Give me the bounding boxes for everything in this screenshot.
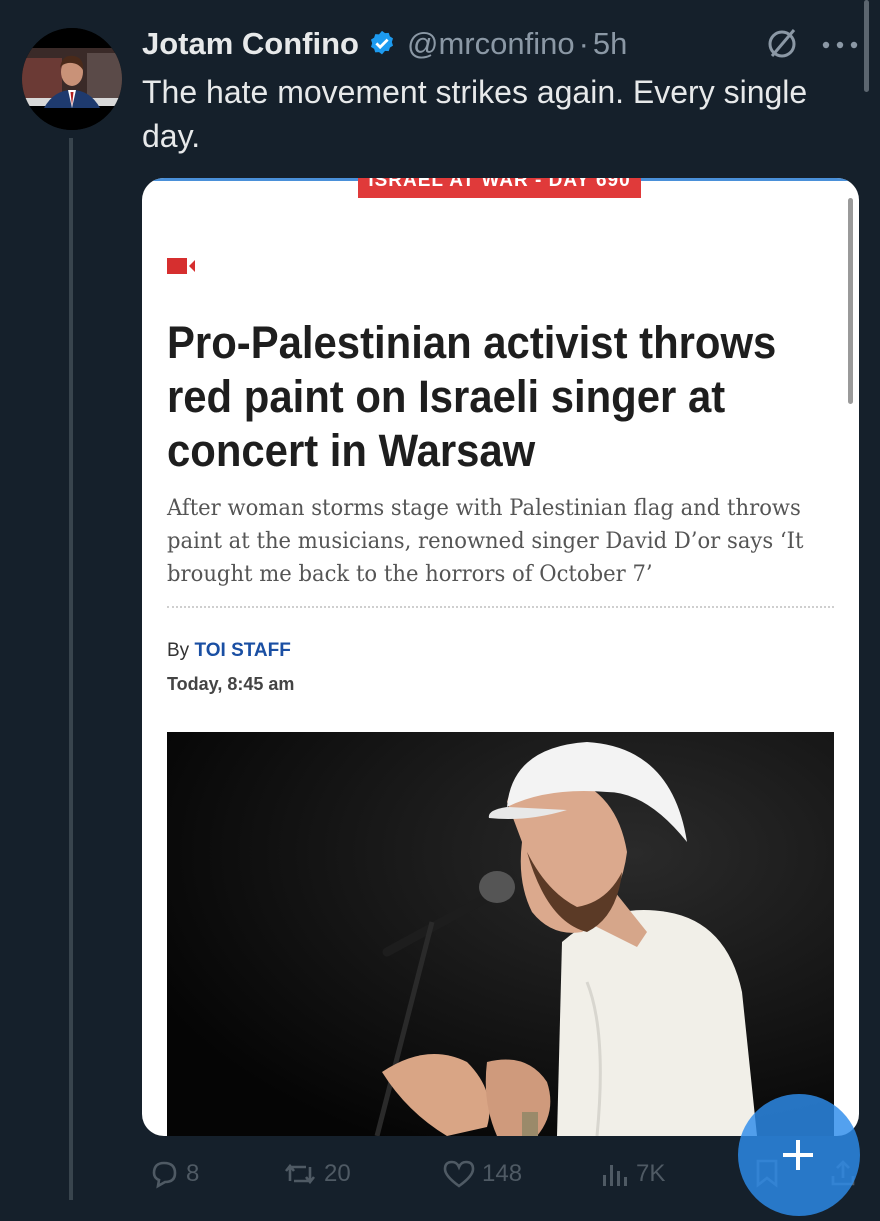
byline-prefix: By — [167, 640, 190, 661]
page-scrollbar[interactable] — [864, 0, 869, 92]
reply-count: 8 — [186, 1160, 200, 1187]
repost-icon — [284, 1163, 316, 1185]
like-button[interactable]: 148 — [442, 1159, 522, 1189]
compose-fab[interactable] — [738, 1094, 860, 1216]
no-sign-icon[interactable] — [764, 26, 800, 62]
section-banner: ISRAEL AT WAR - DAY 690 — [358, 178, 641, 198]
plus-icon — [783, 1140, 813, 1170]
like-icon — [443, 1160, 475, 1188]
article-subhead: After woman storms stage with Palestinia… — [167, 496, 804, 587]
media-card[interactable]: ISRAEL AT WAR - DAY 690 Pro-Palestinian … — [142, 178, 859, 1136]
verified-badge-icon — [371, 30, 393, 55]
views-icon — [603, 1165, 627, 1186]
article-date: Today, 8:45 am — [167, 674, 295, 694]
separator-dot: · — [578, 26, 589, 61]
tweet-header: Jotam Confino @mrconfino · 5h — [142, 22, 627, 66]
card-scrollbar — [848, 198, 853, 404]
avatar[interactable] — [22, 28, 122, 130]
repost-count: 20 — [324, 1160, 351, 1187]
like-count: 148 — [482, 1160, 523, 1187]
display-name[interactable]: Jotam Confino — [142, 26, 359, 62]
author-link: TOI STAFF — [194, 640, 291, 661]
video-icon — [167, 258, 195, 274]
more-icon[interactable] — [818, 38, 862, 52]
byline: By TOI STAFF — [167, 640, 291, 662]
handle[interactable]: @mrconfino — [407, 26, 575, 62]
tweet-text: The hate movement strikes again. Every s… — [142, 74, 808, 154]
divider — [167, 606, 834, 608]
reply-icon — [152, 1161, 177, 1189]
timestamp[interactable]: 5h — [593, 26, 627, 62]
thread-line — [69, 138, 73, 1200]
views-count: 7K — [636, 1160, 666, 1187]
repost-button[interactable]: 20 — [282, 1159, 351, 1189]
reply-button[interactable]: 8 — [148, 1159, 199, 1189]
views-button[interactable]: 7K — [600, 1159, 665, 1189]
article-headline: Pro-Palestinian activist throws red pain… — [167, 317, 777, 476]
article-photo — [167, 732, 834, 1136]
